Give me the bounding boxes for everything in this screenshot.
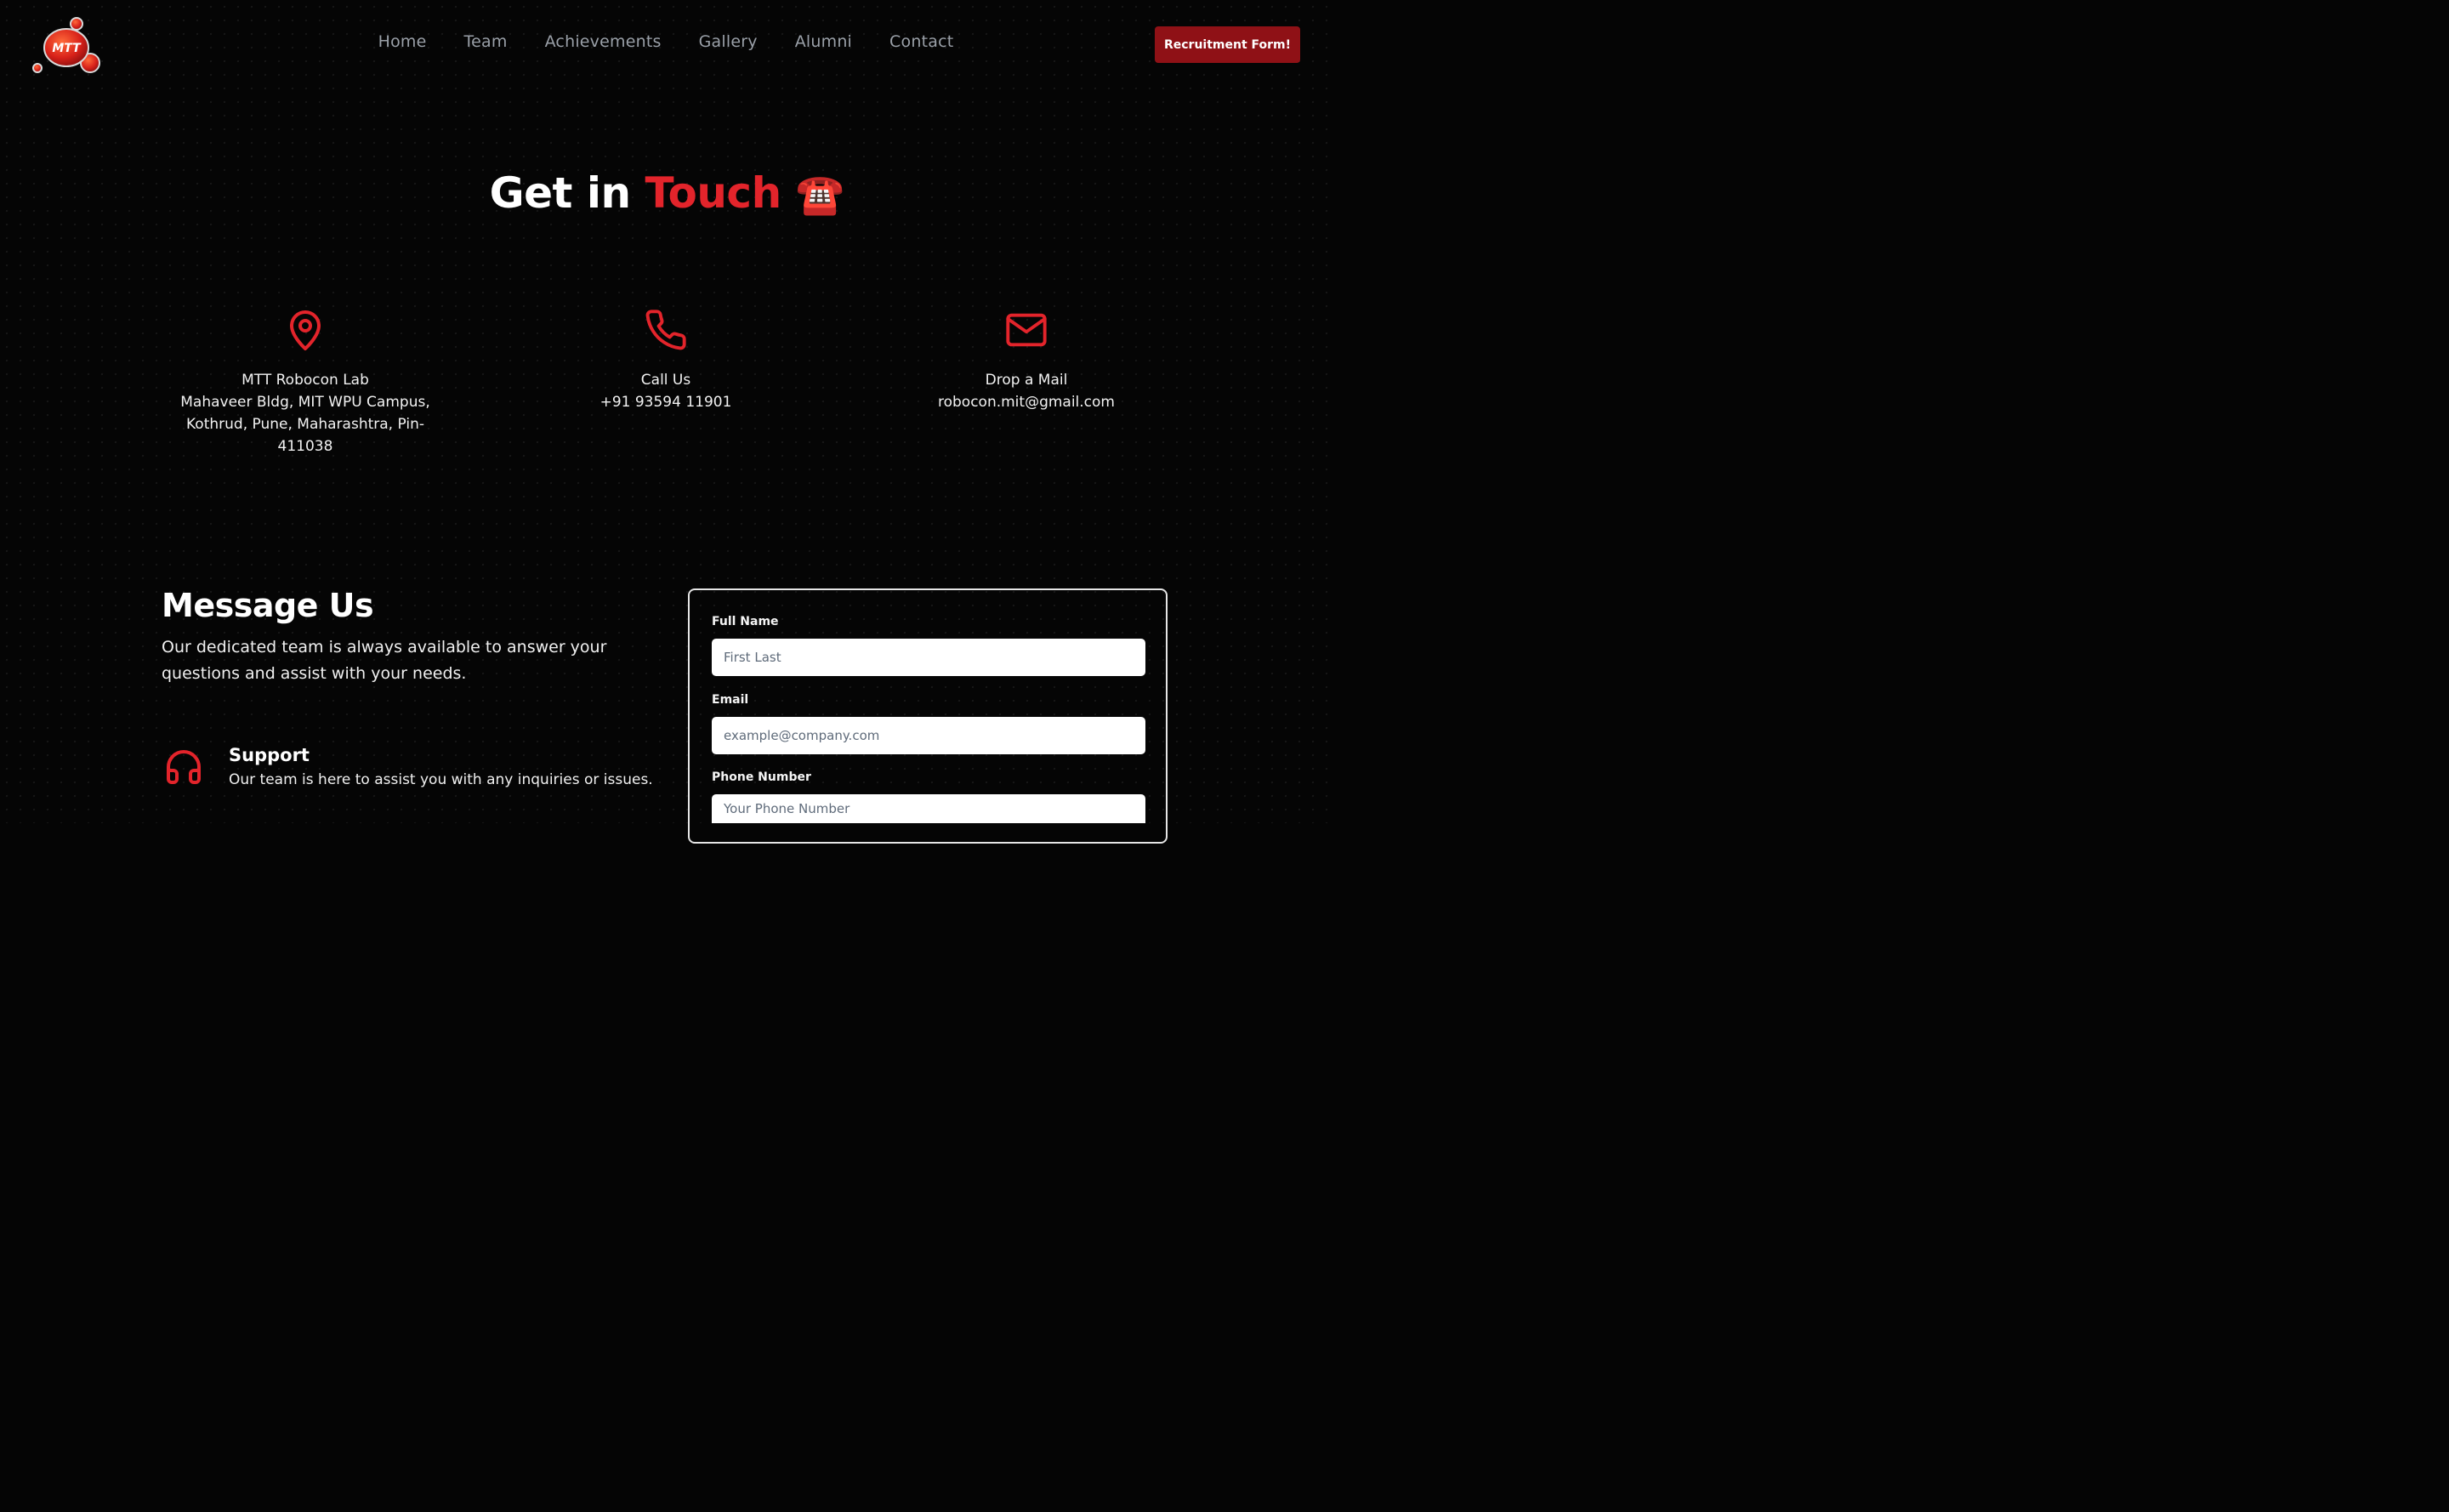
phone-number[interactable]: +91 93594 11901 (538, 391, 793, 413)
email-label: Email (712, 693, 749, 707)
title-accent: Touch (645, 168, 782, 218)
drop-mail-label: Drop a Mail (985, 372, 1068, 389)
nav-team[interactable]: Team (464, 32, 508, 51)
address-line-4: 411038 (277, 438, 333, 455)
full-name-label: Full Name (712, 615, 779, 628)
recruitment-form-button[interactable]: Recruitment Form! (1155, 26, 1300, 63)
nav-home[interactable]: Home (378, 32, 427, 51)
address-card: MTT Robocon Lab Mahaveer Bldg, MIT WPU C… (178, 308, 433, 458)
mail-card: Drop a Mail robocon.mit@gmail.com (899, 308, 1154, 413)
address-line-3: Kothrud, Pune, Maharashtra, Pin- (186, 416, 424, 433)
nav-gallery[interactable]: Gallery (699, 32, 758, 51)
full-name-input[interactable] (712, 639, 1145, 676)
location-pin-icon (290, 310, 321, 350)
address-line-2: Mahaveer Bldg, MIT WPU Campus, (180, 394, 430, 411)
page-title: Get in Touch ☎️ (0, 168, 1333, 218)
support-title: Support (229, 745, 310, 765)
call-us-label: Call Us (640, 372, 691, 389)
telephone-emoji-icon: ☎️ (795, 171, 844, 217)
phone-card: Call Us +91 93594 11901 (538, 308, 793, 413)
main-nav: Home Team Achievements Gallery Alumni Co… (0, 32, 1333, 51)
support-text: Our team is here to assist you with any … (229, 771, 653, 788)
message-us-subtitle: Our dedicated team is always available t… (162, 638, 607, 683)
phone-icon (645, 310, 686, 350)
headphones-icon (167, 750, 201, 784)
mail-icon (1006, 313, 1047, 347)
nav-achievements[interactable]: Achievements (545, 32, 662, 51)
email-input[interactable] (712, 717, 1145, 754)
message-us-heading: Message Us (162, 587, 374, 624)
phone-number-label: Phone Number (712, 770, 811, 784)
address-line-1: MTT Robocon Lab (241, 372, 369, 389)
phone-number-input[interactable] (712, 794, 1145, 823)
nav-alumni[interactable]: Alumni (795, 32, 852, 51)
email-address[interactable]: robocon.mit@gmail.com (899, 391, 1154, 413)
title-prefix: Get in (489, 168, 645, 218)
nav-contact[interactable]: Contact (889, 32, 953, 51)
